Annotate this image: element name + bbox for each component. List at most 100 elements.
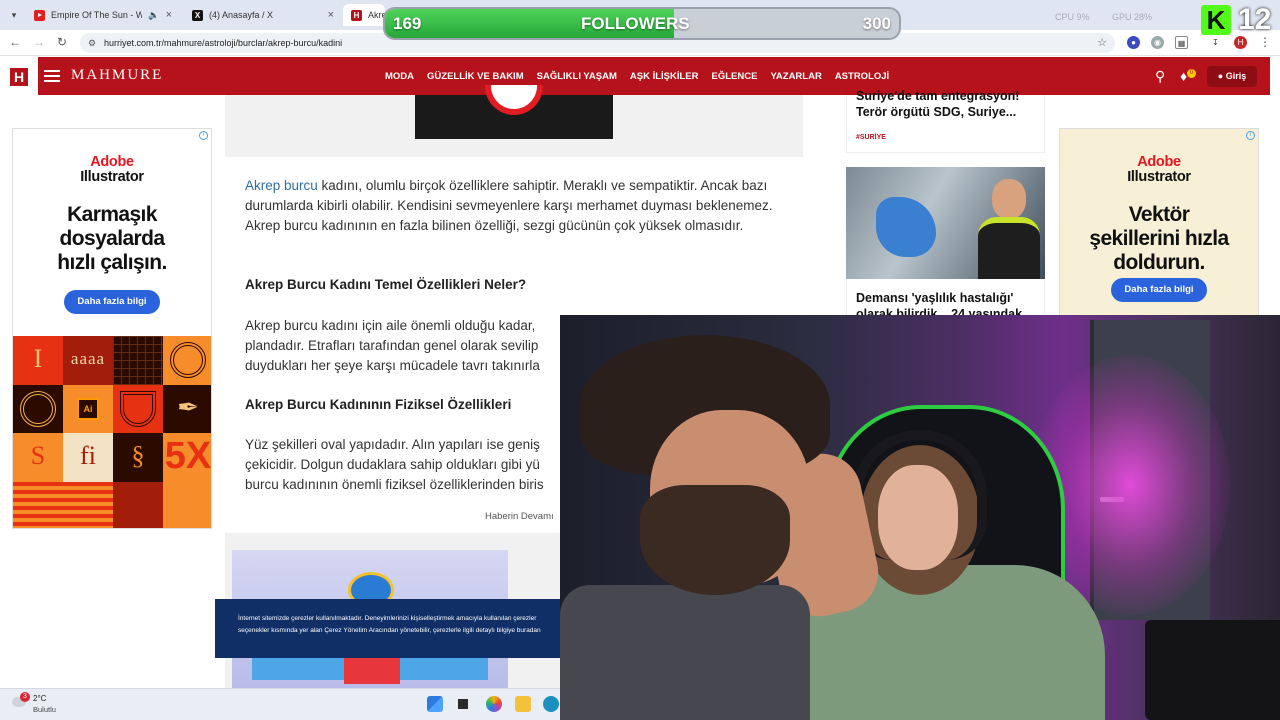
nav-item-ask-iliskiler[interactable]: AŞK İLİŞKİLER bbox=[630, 71, 699, 82]
downloads-icon[interactable]: ↧ bbox=[1209, 36, 1222, 49]
ad-tile-5x: 5X bbox=[164, 435, 212, 477]
speaker-icon[interactable]: 🔈 bbox=[148, 10, 159, 21]
ad-tile: S bbox=[13, 433, 63, 482]
article-paragraph-1: Akrep burcu kadını, olumlu birçok özelli… bbox=[245, 176, 795, 236]
ad-info-icon[interactable]: i bbox=[1246, 131, 1255, 140]
forward-arrow-icon[interactable]: → bbox=[33, 35, 45, 49]
ad-tile: ✒ bbox=[163, 384, 211, 433]
ad-cta-button[interactable]: Daha fazla bilgi bbox=[64, 290, 160, 314]
ad-tile-shape bbox=[20, 390, 56, 427]
ad-cta-button[interactable]: Daha fazla bilgi bbox=[1111, 278, 1207, 302]
ad-info-icon[interactable]: i bbox=[199, 131, 208, 140]
ad-headline-line: şekillerini hızla bbox=[1089, 227, 1229, 250]
ad-headline-line: hızlı çalışın. bbox=[57, 251, 167, 274]
tab-title: (4) Anasayfa / X bbox=[209, 10, 274, 20]
bell-icon[interactable]: ♦ bbox=[1180, 68, 1187, 84]
ad-artwork: I aaaa Ai ✒ S fi § 5X bbox=[13, 336, 212, 528]
sidebar-card-tag[interactable]: #SURİYE bbox=[856, 134, 886, 141]
streamer-man-shirt bbox=[560, 585, 810, 720]
x-logo-icon: X bbox=[192, 9, 203, 21]
ad-tile-glyph: § bbox=[131, 441, 145, 470]
hamburger-menu-icon[interactable] bbox=[44, 70, 60, 82]
kick-logo-icon: K bbox=[1201, 5, 1231, 35]
followers-goal: 300 bbox=[862, 14, 891, 33]
nav-item-yazarlar[interactable]: YAZARLAR bbox=[770, 71, 821, 82]
ad-tile bbox=[13, 384, 63, 433]
hurriyet-icon: H bbox=[351, 9, 362, 21]
ad-headline: Karmaşık dosyalarda hızlı çalışın. bbox=[13, 203, 211, 275]
nav-item-astroloji[interactable]: ASTROLOJİ bbox=[835, 71, 889, 82]
tab-x[interactable]: X (4) Anasayfa / X × bbox=[184, 4, 342, 26]
close-tab-icon[interactable]: × bbox=[328, 9, 334, 21]
ad-tile-glyph: S bbox=[30, 441, 46, 470]
file-explorer-icon[interactable] bbox=[515, 696, 531, 712]
ad-tile bbox=[163, 336, 211, 385]
edge-browser-icon[interactable] bbox=[543, 696, 559, 712]
ad-tile-glyph: aaaa bbox=[70, 349, 106, 368]
illustrator-wordmark: Illustrator bbox=[80, 169, 144, 185]
hurriyet-logo[interactable]: H bbox=[8, 66, 30, 88]
extensions-puzzle-icon[interactable]: ▦ bbox=[1175, 36, 1188, 49]
task-view-icon[interactable] bbox=[455, 696, 471, 712]
right-advertisement[interactable]: i Adobe Illustrator Vektör şekillerini h… bbox=[1059, 128, 1259, 318]
login-label: Giriş bbox=[1225, 71, 1247, 81]
reload-icon[interactable]: ↻ bbox=[57, 35, 67, 49]
ad-brand: Adobe Illustrator bbox=[13, 155, 211, 185]
cpu-usage: CPU 9% bbox=[1055, 12, 1090, 22]
ad-tile-glyph: fi bbox=[80, 441, 96, 470]
tab-title: Empire Of The Sun - We Are The People bbox=[51, 10, 143, 20]
illustrator-app-icon: Ai bbox=[77, 397, 99, 420]
ad-headline-line: Vektör bbox=[1128, 203, 1190, 226]
ad-tile bbox=[113, 384, 163, 433]
url-text: hurriyet.com.tr/mahmure/astroloji/burcla… bbox=[104, 38, 343, 48]
copilot-icon[interactable] bbox=[486, 696, 502, 712]
browser-menu-icon[interactable]: ⋮ bbox=[1259, 35, 1271, 49]
followers-label: FOLLOWERS bbox=[581, 14, 690, 33]
ad-tile-glyph: ✒ bbox=[177, 392, 199, 422]
illustrator-wordmark: Illustrator bbox=[1127, 169, 1191, 185]
akrep-burcu-link[interactable]: Akrep burcu bbox=[245, 178, 318, 193]
ad-headline-line: dosyalarda bbox=[59, 227, 165, 250]
image-object bbox=[876, 197, 936, 257]
windows-start-icon[interactable] bbox=[427, 696, 443, 712]
desk-item bbox=[1145, 620, 1280, 720]
extension-icon[interactable]: ◉ bbox=[1151, 36, 1164, 49]
ad-headline-line: Karmaşık bbox=[67, 203, 157, 226]
close-tab-icon[interactable]: × bbox=[166, 9, 172, 21]
sidebar-card-image[interactable] bbox=[846, 167, 1045, 279]
left-advertisement[interactable]: i Adobe Illustrator Karmaşık dosyalarda … bbox=[12, 128, 212, 529]
nav-item-moda[interactable]: MODA bbox=[385, 71, 414, 82]
bookmark-star-icon[interactable]: ☆ bbox=[1097, 33, 1107, 53]
sidebar-card-title[interactable]: Suriye'de tam entegrasyon! Terör örgütü … bbox=[856, 88, 1036, 120]
article-continue-label[interactable]: Haberin Devamı bbox=[485, 511, 554, 522]
login-button[interactable]: ● Giriş bbox=[1207, 66, 1257, 87]
image-object bbox=[978, 217, 1040, 279]
back-arrow-icon[interactable]: ← bbox=[9, 35, 21, 49]
nav-item-eglence[interactable]: EĞLENCE bbox=[712, 71, 758, 82]
article-image bbox=[415, 85, 613, 139]
scorpio-symbol-icon bbox=[485, 85, 543, 115]
ad-tile bbox=[113, 481, 163, 528]
tab-search-dropdown-icon[interactable]: ▾ bbox=[6, 7, 22, 23]
tab-youtube[interactable]: Empire Of The Sun - We Are The People 🔈 … bbox=[26, 4, 180, 26]
site-info-icon[interactable]: ⚙ bbox=[88, 33, 96, 53]
ad-tile-shape bbox=[120, 390, 156, 427]
nav-item-guzellik[interactable]: GÜZELLİK VE BAKIM bbox=[427, 71, 524, 82]
weather-temperature[interactable]: 2°C bbox=[33, 694, 46, 703]
tab-hurriyet-active[interactable]: H Akrep Burcu Kadını bbox=[343, 4, 385, 26]
screen: ▾ Empire Of The Sun - We Are The People … bbox=[0, 0, 1280, 720]
extension-icon[interactable]: ● bbox=[1127, 36, 1140, 49]
adobe-wordmark: Adobe bbox=[90, 154, 134, 170]
main-nav: MODA GÜZELLİK VE BAKIM SAĞLIKLI YAŞAM AŞ… bbox=[385, 71, 889, 82]
streamer-man-beard bbox=[640, 485, 790, 595]
search-icon[interactable]: ⚲ bbox=[1155, 68, 1165, 85]
ad-tile: aaaa bbox=[63, 336, 113, 385]
weather-condition[interactable]: Bulutlu bbox=[33, 705, 56, 714]
youtube-icon bbox=[34, 9, 45, 21]
site-brand[interactable]: MAHMURE bbox=[71, 67, 163, 84]
profile-avatar[interactable]: H bbox=[1234, 36, 1247, 49]
cookie-text-line: İnternet sitemizde çerezler kullanılmakt… bbox=[238, 615, 537, 622]
nav-item-saglikli-yasam[interactable]: SAĞLIKLI YAŞAM bbox=[537, 71, 617, 82]
ad-headline: Vektör şekillerini hızla doldurun. bbox=[1060, 203, 1258, 275]
ad-tile: 5X bbox=[163, 433, 212, 482]
